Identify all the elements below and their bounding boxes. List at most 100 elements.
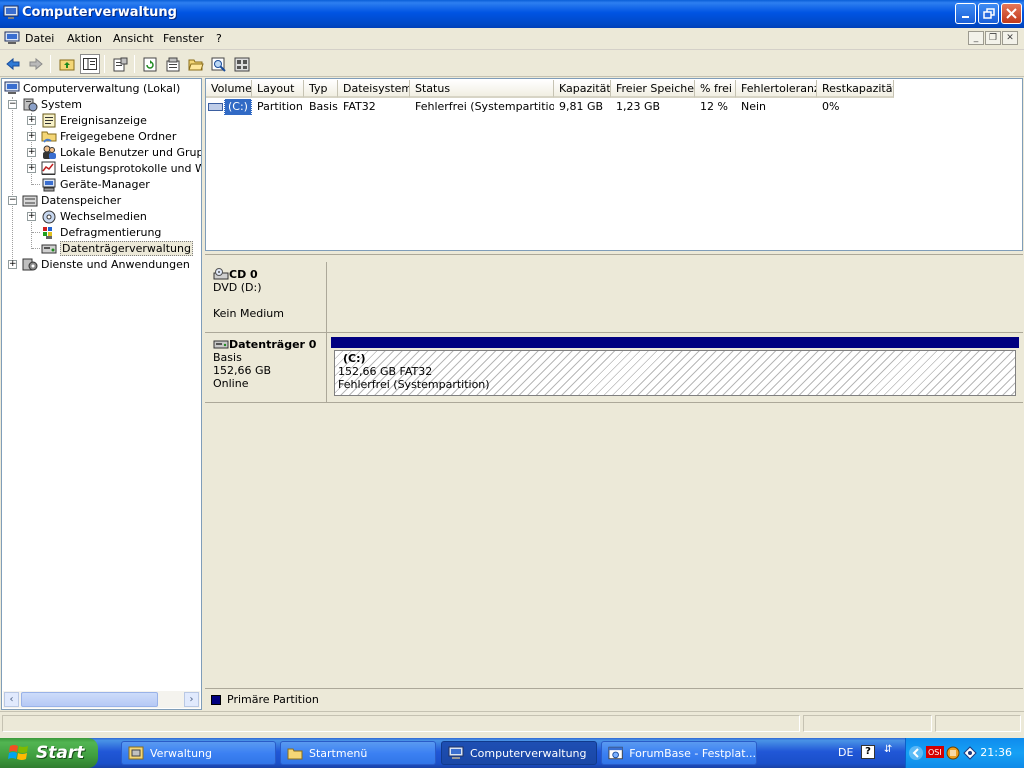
column-header-volume[interactable]: Volume — [206, 80, 252, 98]
disk-properties-button[interactable] — [232, 54, 252, 74]
admin-tools-icon — [128, 746, 144, 760]
task-label: Computerverwaltung — [470, 746, 587, 760]
clock[interactable]: 21:36 — [980, 746, 1012, 759]
scrollbar-thumb[interactable] — [21, 692, 158, 707]
menu-fenster[interactable]: Fenster — [163, 32, 204, 45]
column-header-percent-free[interactable]: % frei — [695, 80, 736, 98]
open-folder-button[interactable] — [186, 54, 206, 74]
document-window-icon[interactable] — [4, 31, 20, 45]
column-header-status[interactable]: Status — [410, 80, 554, 98]
scroll-left-button[interactable]: ‹ — [4, 692, 19, 707]
details-pane: Volume Layout Typ Dateisystem Status Kap… — [205, 78, 1023, 710]
tree-item-local-users[interactable]: Lokale Benutzer und Gruppen — [41, 144, 201, 160]
tree-item-root[interactable]: Computerverwaltung (Lokal) — [4, 80, 180, 96]
expand-toggle[interactable]: + — [27, 132, 36, 141]
tree-label-services-applications: Dienste und Anwendungen — [41, 257, 190, 271]
column-header-overhead[interactable]: Restkapazität — [817, 80, 894, 98]
export-list-button[interactable] — [163, 54, 183, 74]
volume-list: Volume Layout Typ Dateisystem Status Kap… — [205, 78, 1023, 251]
search-button[interactable] — [209, 54, 229, 74]
menu-ansicht[interactable]: Ansicht — [113, 32, 154, 45]
column-header-free-space[interactable]: Freier Speicher — [611, 80, 695, 98]
cell-percent-free: 12 % — [700, 100, 728, 113]
tree-item-device-manager[interactable]: Geräte-Manager — [41, 176, 150, 192]
pane-splitter[interactable] — [205, 251, 1023, 255]
tree-item-services-applications[interactable]: Dienste und Anwendungen — [22, 256, 190, 272]
column-header-fault-tolerance[interactable]: Fehlertoleranz — [736, 80, 817, 98]
show-hide-tree-button[interactable] — [80, 54, 100, 74]
menu-datei[interactable]: Datei — [25, 32, 54, 45]
tree-item-defragmentation[interactable]: Defragmentierung — [41, 224, 161, 240]
browser-icon — [608, 746, 623, 760]
forward-button[interactable] — [26, 54, 46, 74]
folder-open-icon — [188, 59, 204, 71]
child-close-button[interactable]: ✕ — [1002, 31, 1018, 45]
tree-item-shared-folders[interactable]: Freigegebene Ordner — [41, 128, 176, 144]
cd-spacer — [213, 294, 326, 307]
disk-info-disk0: Datenträger 0 Basis 152,66 GB Online — [205, 333, 327, 402]
chevron-left-icon[interactable] — [908, 745, 924, 761]
collapse-storage-toggle[interactable]: − — [8, 196, 17, 205]
osi-tray-icon[interactable]: OSI — [926, 744, 944, 760]
restore-button[interactable] — [978, 3, 999, 24]
disk0-name: Datenträger 0 — [229, 338, 317, 351]
taskbar-button-computerverwaltung[interactable]: Computerverwaltung — [441, 741, 597, 765]
taskbar-button-startmenu[interactable]: Startmenü — [280, 741, 436, 765]
input-method-icon[interactable]: ⇵ — [884, 744, 898, 762]
cd-media: Kein Medium — [213, 307, 284, 320]
column-header-capacity[interactable]: Kapazität — [554, 80, 611, 98]
partition-c[interactable]: (C:) 152,66 GB FAT32 Fehlerfrei (Systemp… — [334, 350, 1016, 396]
partition-label: (C:) — [343, 352, 366, 365]
network-tray-icon[interactable] — [945, 745, 961, 761]
refresh-button[interactable] — [140, 54, 160, 74]
tree-item-performance-logs[interactable]: Leistungsprotokolle und Warnungen — [41, 160, 201, 176]
column-header-layout[interactable]: Layout — [252, 80, 304, 98]
expand-toggle[interactable]: + — [27, 164, 36, 173]
collapse-system-toggle[interactable]: − — [8, 100, 17, 109]
tree-item-removable-storage[interactable]: Wechselmedien — [41, 208, 147, 224]
expand-toggle[interactable]: + — [27, 116, 36, 125]
window-titlebar[interactable]: Computerverwaltung — [0, 0, 1024, 28]
tree-item-system[interactable]: System — [22, 96, 82, 112]
up-level-button[interactable] — [57, 54, 77, 74]
expand-services-toggle[interactable]: + — [8, 260, 17, 269]
child-restore-button[interactable]: ❐ — [985, 31, 1001, 45]
close-button[interactable] — [1001, 3, 1022, 24]
disk-block-cd0[interactable]: CD 0 DVD (D:) Kein Medium — [205, 262, 1023, 333]
tree-item-disk-management[interactable]: Datenträgerverwaltung — [41, 240, 193, 256]
cell-volume: (C:) — [206, 99, 252, 115]
removable-media-icon — [42, 210, 56, 223]
expand-toggle[interactable]: + — [27, 148, 36, 157]
volume-icon — [208, 103, 223, 111]
tree-item-storage[interactable]: Datenspeicher — [22, 192, 121, 208]
tree-item-event-viewer[interactable]: Ereignisanzeige — [41, 112, 147, 128]
toolbar-separator — [50, 55, 51, 73]
menu-help[interactable]: ? — [216, 32, 222, 45]
toolbar-separator — [134, 55, 135, 73]
tree-line — [32, 232, 40, 233]
properties-button[interactable] — [110, 54, 130, 74]
child-minimize-button[interactable]: _ — [968, 31, 984, 45]
disk-block-disk0[interactable]: Datenträger 0 Basis 152,66 GB Online (C:… — [205, 333, 1023, 403]
cell-overhead: 0% — [822, 100, 840, 113]
back-button[interactable] — [3, 54, 23, 74]
storage-icon — [22, 195, 38, 206]
taskbar-button-verwaltung[interactable]: Verwaltung — [121, 741, 276, 765]
table-row[interactable]: (C:) Partition Basis FAT32 Fehlerfrei (S… — [206, 99, 894, 115]
tree-horizontal-scrollbar[interactable]: ‹ › — [3, 691, 200, 708]
expand-toggle[interactable]: + — [27, 212, 36, 221]
scroll-right-button[interactable]: › — [184, 692, 199, 707]
column-header-type[interactable]: Typ — [304, 80, 338, 98]
cell-fault-tolerance: Nein — [741, 100, 767, 113]
start-button[interactable]: Start — [0, 738, 98, 768]
help-tray-icon[interactable]: ? — [861, 745, 875, 759]
folder-icon — [287, 748, 303, 760]
cell-type: Basis — [309, 100, 338, 113]
language-indicator[interactable]: DE — [838, 746, 853, 759]
minimize-button[interactable] — [955, 3, 976, 24]
column-header-filesystem[interactable]: Dateisystem — [338, 80, 410, 98]
console-tree-icon — [83, 58, 97, 70]
taskbar-button-forumbase[interactable]: ForumBase - Festplat... — [601, 741, 757, 765]
menu-aktion[interactable]: Aktion — [67, 32, 102, 45]
antivirus-tray-icon[interactable] — [962, 745, 978, 761]
